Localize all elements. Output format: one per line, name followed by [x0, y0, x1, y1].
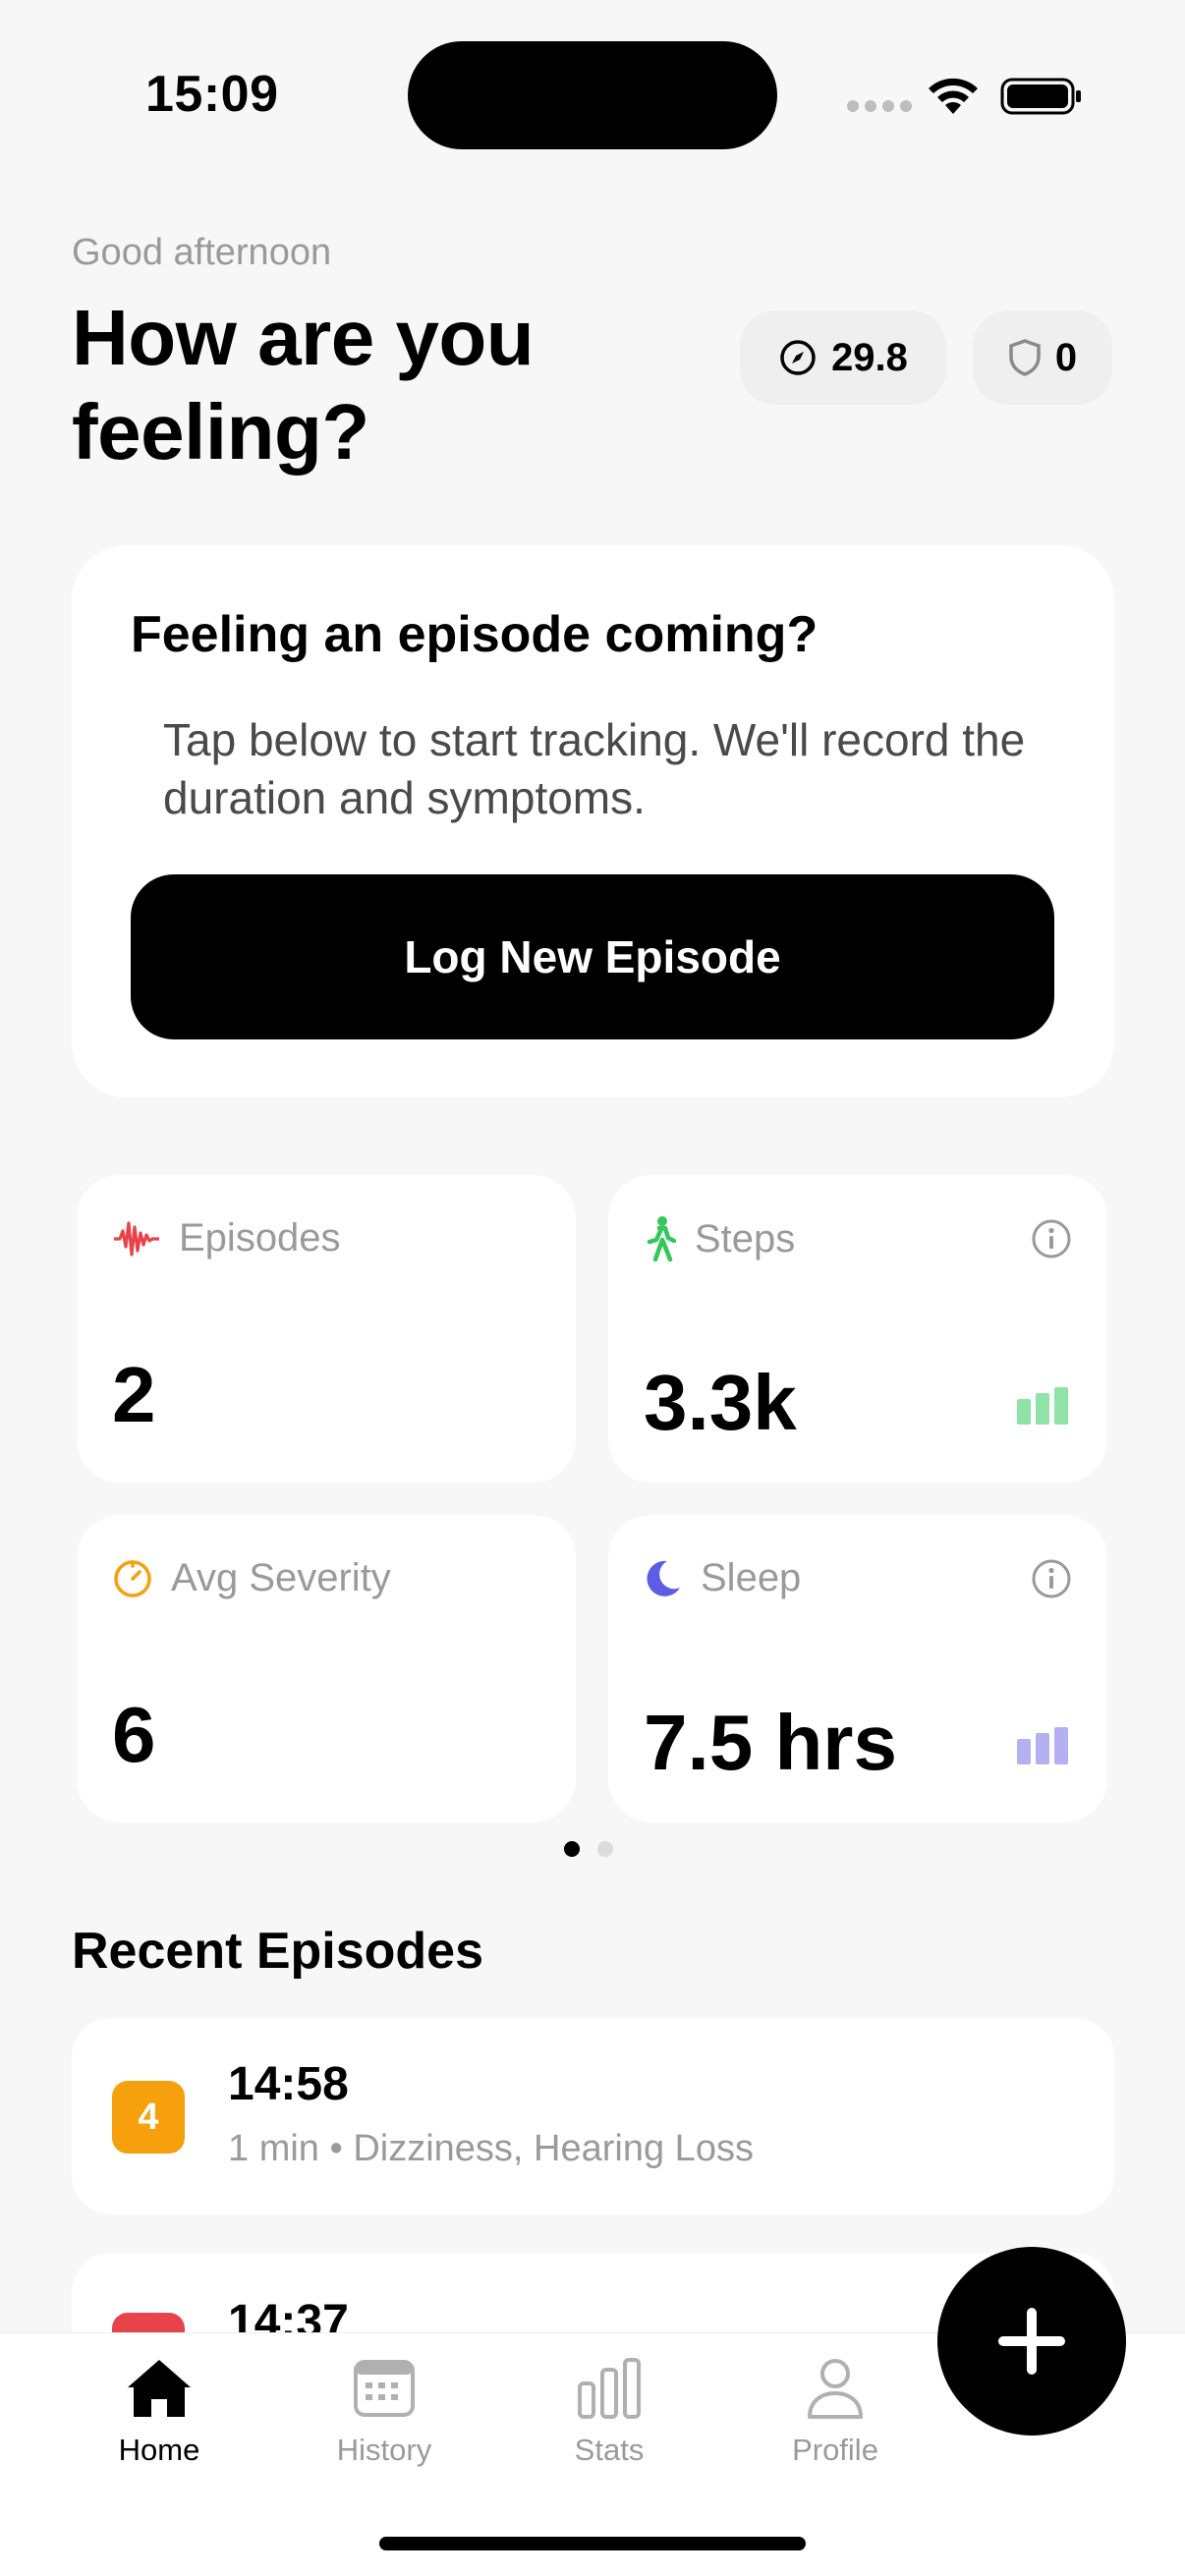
page-indicator[interactable] — [564, 1841, 613, 1857]
tab-home[interactable]: Home — [71, 2356, 248, 2468]
cellular-signal-icon — [847, 100, 912, 112]
shield-icon — [1009, 339, 1041, 376]
stat-value: 7.5 hrs — [644, 1699, 897, 1786]
episode-details: 1 min • Dizziness, Hearing Loss — [228, 2128, 754, 2169]
tab-label: Profile — [792, 2433, 878, 2467]
stat-label: Sleep — [701, 1556, 802, 1599]
add-episode-button[interactable] — [937, 2247, 1126, 2436]
episode-time: 14:58 — [228, 2058, 349, 2110]
stat-label: Steps — [695, 1216, 796, 1260]
episode-card-description: Tap below to start tracking. We'll recor… — [163, 714, 1026, 823]
page-title: How are you feeling? — [72, 294, 535, 476]
dynamic-island — [408, 41, 777, 149]
bar-chart-icon — [578, 2358, 641, 2419]
page-dot-active — [564, 1841, 580, 1857]
tab-label: History — [336, 2433, 432, 2467]
waveform-icon — [114, 1220, 159, 1257]
walking-figure-icon — [647, 1216, 677, 1261]
calendar-icon — [354, 2360, 415, 2417]
tab-profile[interactable]: Profile — [747, 2356, 924, 2468]
shield-badge[interactable]: 0 — [973, 310, 1112, 405]
plus-icon — [998, 2308, 1065, 2375]
mini-bar-chart-icon — [1017, 1725, 1070, 1764]
stat-tile-episodes[interactable]: Episodes 2 — [77, 1175, 576, 1483]
gauge-icon — [114, 1559, 151, 1597]
person-icon — [808, 2359, 863, 2419]
log-new-episode-button[interactable]: Log New Episode — [131, 874, 1054, 1039]
tab-label: Home — [118, 2433, 200, 2467]
stat-tile-steps[interactable]: Steps 3.3k — [608, 1175, 1107, 1483]
info-icon[interactable] — [1031, 1218, 1072, 1260]
stat-tile-avg-severity[interactable]: Avg Severity 6 — [77, 1515, 576, 1822]
page-dot — [597, 1841, 613, 1857]
stat-value: 6 — [112, 1691, 156, 1778]
recent-episodes-heading: Recent Episodes — [72, 1923, 484, 1980]
status-time: 15:09 — [145, 66, 279, 123]
score-value: 29.8 — [831, 335, 908, 379]
tab-label: Stats — [574, 2433, 645, 2467]
episode-card-title: Feeling an episode coming? — [131, 606, 818, 663]
info-icon[interactable] — [1031, 1558, 1072, 1599]
shield-value: 0 — [1054, 335, 1078, 379]
score-badge[interactable]: 29.8 — [740, 310, 946, 405]
stat-label: Episodes — [179, 1216, 341, 1260]
compass-icon — [780, 340, 816, 375]
greeting-text: Good afternoon — [72, 232, 332, 273]
stat-value: 2 — [112, 1351, 156, 1438]
recent-episode-row[interactable] — [72, 2018, 1114, 2214]
mini-bar-chart-icon — [1017, 1385, 1070, 1425]
wifi-icon — [929, 78, 978, 114]
house-icon — [128, 2360, 191, 2417]
tab-history[interactable]: History — [296, 2356, 473, 2468]
battery-icon — [1000, 78, 1081, 115]
severity-badge: 4 — [112, 2081, 185, 2154]
stat-tile-sleep[interactable]: Sleep 7.5 hrs — [608, 1515, 1107, 1822]
home-indicator — [379, 2537, 806, 2550]
tab-stats[interactable]: Stats — [521, 2356, 698, 2468]
moon-icon — [647, 1560, 680, 1596]
stat-label: Avg Severity — [171, 1556, 391, 1599]
stat-value: 3.3k — [644, 1359, 797, 1446]
